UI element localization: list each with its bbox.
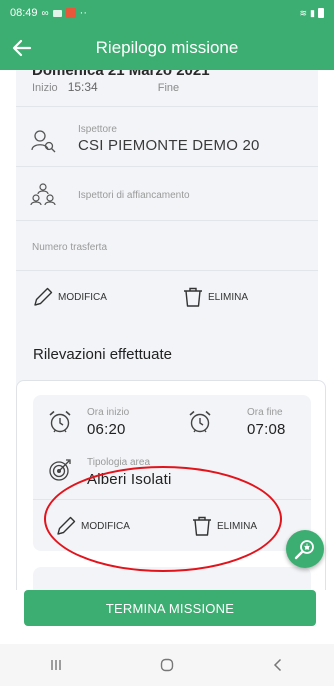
page-title: Riepilogo missione [95, 38, 239, 57]
home-icon [160, 658, 174, 672]
inspector-icon [31, 130, 56, 153]
survey-start-time: 06:20 [87, 421, 126, 438]
delete-survey-label: ELIMINA [217, 520, 258, 532]
inspector-value: CSI PIEMONTE DEMO 20 [78, 137, 260, 154]
back-nav-button[interactable] [248, 644, 308, 686]
battery-icon [318, 8, 324, 18]
recent-apps-button[interactable] [26, 644, 86, 686]
infinity-icon: ∞ [41, 7, 49, 19]
target-icon [49, 459, 71, 481]
area-type-label: Tipologia area [87, 457, 151, 468]
survey-end-label: Ora fine [247, 407, 283, 418]
inspector-label: Ispettore [78, 124, 117, 135]
alarm-clock-icon [49, 410, 71, 433]
mission-time-row: Inizio 15:34 Fine [32, 80, 179, 94]
back-arrow-icon [12, 39, 32, 57]
assistants-label[interactable]: Ispettori di affiancamento [78, 190, 190, 201]
pencil-icon [57, 516, 76, 535]
divider [16, 166, 318, 167]
search-bug-icon [294, 540, 314, 560]
mission-date: Domenica 21 Marzo 2021 [32, 70, 210, 79]
survey-end-time: 07:08 [247, 421, 286, 438]
more-notifications-icon: ·· [79, 7, 87, 19]
end-label: Fine [157, 82, 180, 94]
status-time: 08:49 [10, 7, 38, 19]
divider [33, 499, 311, 500]
trash-icon [193, 516, 211, 536]
delete-survey-button[interactable]: ELIMINA [191, 515, 257, 537]
alarm-clock-icon [189, 410, 211, 433]
back-button[interactable] [0, 26, 44, 70]
start-time: 15:34 [67, 80, 98, 94]
wifi-icon: ≋ [299, 7, 308, 18]
divider [16, 106, 318, 107]
trip-number-label[interactable]: Numero trasferta [32, 242, 107, 253]
edit-survey-button[interactable]: MODIFICA [55, 515, 130, 537]
survey-start-label: Ora inizio [87, 407, 130, 418]
trash-icon [184, 287, 202, 307]
edit-survey-label: MODIFICA [81, 520, 130, 532]
divider [16, 220, 318, 221]
home-button[interactable] [137, 644, 197, 686]
search-fab-button[interactable] [286, 530, 324, 568]
chevron-left-icon [274, 658, 282, 672]
area-type-value: Alberi Isolati [87, 471, 172, 488]
team-icon [30, 183, 56, 206]
content-scroll[interactable]: Domenica 21 Marzo 2021 Inizio 15:34 Fine… [0, 70, 334, 590]
status-bar: 08:49 ∞ ·· ≋ ▮ [0, 0, 334, 26]
edit-mission-label: MODIFICA [58, 291, 107, 303]
survey-item[interactable]: Ora inizio 06:20 Ora fine 07:08 Tipologi… [33, 395, 311, 551]
recent-apps-icon [50, 660, 61, 670]
app-header: Riepilogo missione [0, 26, 334, 70]
surveys-card: Ora inizio 06:20 Ora fine 07:08 Tipologi… [16, 380, 326, 590]
survey-item[interactable] [33, 567, 311, 590]
divider [16, 270, 318, 271]
surveys-section-title: Rilevazioni effettuate [33, 346, 172, 363]
system-nav-bar [0, 644, 334, 686]
end-mission-button[interactable]: TERMINA MISSIONE [24, 590, 316, 626]
delete-mission-label: ELIMINA [208, 291, 249, 303]
notification-icon [65, 8, 76, 18]
gallery-icon [52, 9, 62, 17]
delete-mission-button[interactable]: ELIMINA [182, 286, 248, 308]
signal-icon: ▮ [310, 7, 315, 18]
start-label: Inizio [32, 82, 58, 94]
edit-mission-button[interactable]: MODIFICA [32, 286, 107, 308]
pencil-icon [34, 287, 53, 306]
